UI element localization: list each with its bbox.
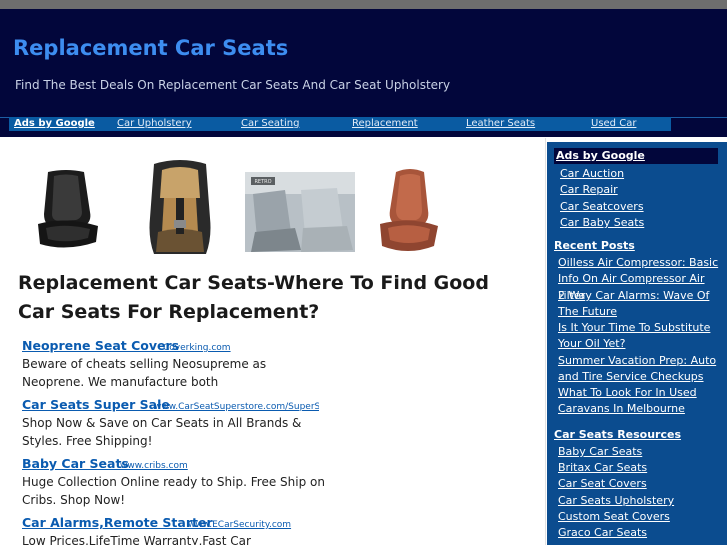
ad-description: Low Prices,LifeTime Warranty,Fast Car (22, 534, 251, 545)
ad-description: Huge Collection Online ready to Ship. Fr… (22, 475, 325, 507)
recent-post-link[interactable]: What To Look For In Used Caravans In Mel… (558, 385, 726, 418)
adbar-link-car-seating[interactable]: Car Seating (241, 118, 299, 129)
sidebar-ad-link[interactable]: Car Baby Seats (560, 215, 727, 231)
adbar-link-leather-seats[interactable]: Leather Seats (466, 118, 535, 129)
sidebar: Ads by Google Car Auction Car Repair Car… (547, 142, 727, 545)
resource-link[interactable]: Baby Car Seats (558, 444, 726, 460)
ad-domain[interactable]: www.CarSeatSuperstore.com/SuperSale (154, 402, 319, 412)
recent-post-link[interactable]: Is It Your Time To Substitute Your Oil Y… (558, 320, 726, 353)
ad-domain[interactable]: www.ECarSecurity.com (188, 520, 291, 530)
site-description: Find The Best Deals On Replacement Car S… (15, 78, 451, 92)
retro-label: RETRO (254, 179, 272, 185)
resource-link[interactable]: Car Seats Upholstery (558, 493, 726, 509)
ad-domain[interactable]: www.cribs.com (120, 461, 188, 471)
ad-title-neoprene-seat-covers[interactable]: Neoprene Seat Covers (22, 338, 179, 353)
ad-title-car-seats-super-sale[interactable]: Car Seats Super Sale (22, 397, 170, 412)
page: Replacement Car Seats Find The Best Deal… (0, 0, 727, 545)
sidebar-divider (545, 138, 546, 545)
ad-link-bar: Ads by Google Car Upholstery Car Seating… (9, 117, 671, 131)
ad-description: Shop Now & Save on Car Seats in All Bran… (22, 416, 302, 448)
main-content: RETRO Replacement Car Seats-Where To Fin… (0, 138, 545, 545)
adbar-link-used-car[interactable]: Used Car (591, 118, 636, 129)
resources-heading[interactable]: Car Seats Resources (554, 428, 681, 441)
resource-link[interactable]: Car Seat Covers (558, 476, 726, 492)
post-title: Replacement Car Seats-Where To Find Good… (18, 272, 489, 323)
ad-description: Beware of cheats selling Neosupreme as N… (22, 357, 267, 389)
tan-leather-seat-image (380, 169, 438, 251)
resource-link[interactable]: Custom Seat Covers (558, 509, 726, 525)
recent-post-link[interactable]: 2 Way Car Alarms: Wave Of The Future (558, 288, 726, 321)
sidebar-ad-link[interactable]: Car Seatcovers (560, 199, 727, 215)
sidebar-ad-link[interactable]: Car Auction (560, 166, 727, 182)
resource-link[interactable]: Britax Car Seats (558, 460, 726, 476)
ad-title-baby-car-seats[interactable]: Baby Car Seats (22, 456, 129, 471)
recent-posts-heading[interactable]: Recent Posts (554, 239, 635, 252)
resource-link[interactable]: Graco Car Seats (558, 525, 726, 541)
ads-by-google-label[interactable]: Ads by Google (14, 118, 95, 129)
ad-domain[interactable]: Coverking.com (163, 343, 231, 353)
black-seat-image (38, 170, 98, 248)
recent-post-link[interactable]: Summer Vacation Prep: Auto and Tire Serv… (558, 353, 726, 386)
adbar-link-replacement[interactable]: Replacement (352, 118, 418, 129)
ad-title-car-alarms-remote-starter[interactable]: Car Alarms,Remote Starter (22, 515, 213, 530)
child-car-seat-image (149, 160, 211, 254)
sidebar-ads-heading[interactable]: Ads by Google (554, 148, 718, 164)
site-title[interactable]: Replacement Car Seats (13, 36, 288, 60)
sidebar-ad-link[interactable]: Car Repair (560, 182, 727, 198)
top-strip (0, 0, 727, 9)
adbar-link-car-upholstery[interactable]: Car Upholstery (117, 118, 192, 129)
